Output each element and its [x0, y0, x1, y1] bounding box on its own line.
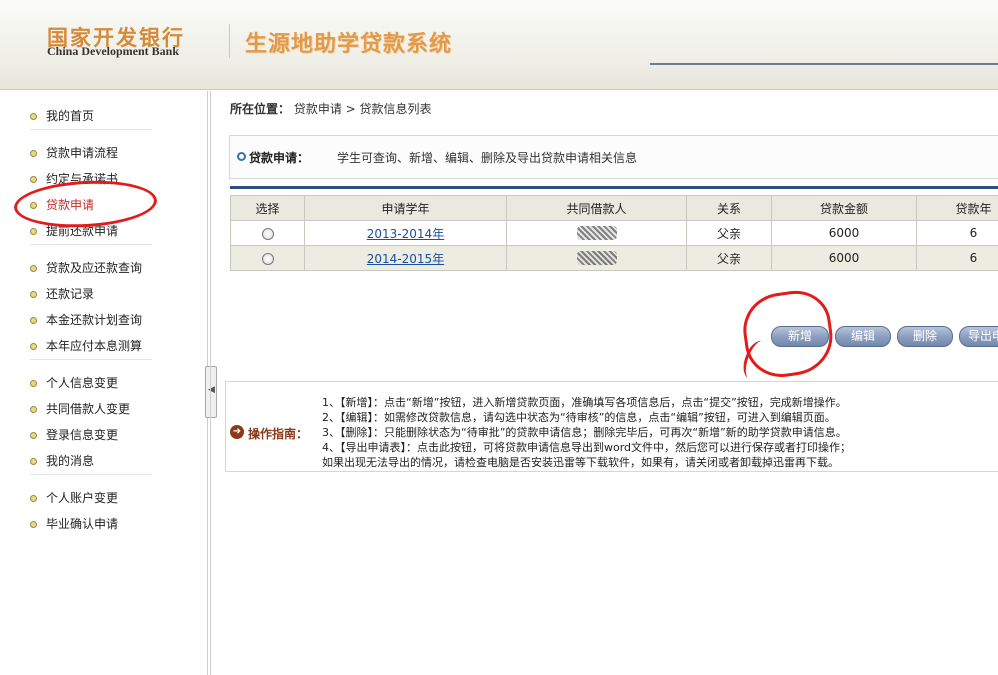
- logo-separator: [229, 24, 230, 58]
- bullet-icon: [30, 521, 37, 528]
- bullet-icon: [30, 406, 37, 413]
- year-cell: 2013-2014年: [304, 220, 507, 246]
- section-description: 学生可查询、新增、编辑、删除及导出贷款申请相关信息: [337, 151, 638, 165]
- sidebar-item-messages[interactable]: 我的消息: [30, 448, 152, 474]
- col-header-year: 申请学年: [304, 195, 507, 221]
- nav-group-loan: 贷款申请流程 约定与承诺书 贷款申请 提前还款申请: [30, 140, 152, 245]
- bullet-icon: [30, 291, 37, 298]
- bullet-icon: [30, 176, 37, 183]
- section-header: 贷款申请： 学生可查询、新增、编辑、删除及导出贷款申请相关信息: [229, 135, 998, 179]
- row-select-radio[interactable]: [261, 252, 274, 265]
- section-title: 贷款申请：: [249, 151, 310, 165]
- arrow-right-icon: ➜: [230, 425, 244, 439]
- guide-lines: 1、【新增】：点击“新增”按钮，进入新增贷款页面，准确填写各项信息后，点击“提交…: [322, 395, 851, 470]
- table-row[interactable]: 2013-2014年 父亲 6000 6: [230, 220, 998, 246]
- export-button[interactable]: 导出申: [959, 326, 998, 347]
- sidebar-item-repayment-record[interactable]: 还款记录: [30, 281, 152, 307]
- bullet-icon: [30, 458, 37, 465]
- loan-table: 选择 申请学年 共同借款人 关系 贷款金额 贷款年 2013-2014年 父亲 …: [230, 195, 998, 271]
- sidebar-item-early-repayment[interactable]: 提前还款申请: [30, 218, 152, 244]
- main-content: 所在位置： 贷款申请 > 贷款信息列表 贷款申请： 学生可查询、新增、编辑、删除…: [210, 91, 998, 675]
- redacted-name: [576, 251, 617, 266]
- col-header-relation: 关系: [686, 195, 772, 221]
- year-link[interactable]: 2013-2014年: [367, 227, 444, 241]
- col-header-select: 选择: [230, 195, 305, 221]
- table-header-row: 选择 申请学年 共同借款人 关系 贷款金额 贷款年: [230, 195, 998, 221]
- guide-line: 3、【删除】：只能删除状态为“待审批”的贷款申请信息；删除完毕后，可再次“新增”…: [322, 426, 847, 439]
- sidebar-item-loan-application[interactable]: 贷款申请: [30, 192, 152, 218]
- section-divider: [230, 186, 998, 189]
- bullet-icon: [30, 202, 37, 209]
- amount-cell: 6000: [771, 220, 917, 246]
- breadcrumb: 所在位置： 贷款申请 > 贷款信息列表: [230, 100, 432, 117]
- col-header-term: 贷款年: [916, 195, 998, 221]
- bullet-icon: [30, 113, 37, 120]
- guide-line: 2、【编辑】：如需修改贷款信息，请勾选中状态为“待审核”的信息，点击“编辑”按钮…: [322, 411, 836, 424]
- sidebar-nav: 我的首页 贷款申请流程 约定与承诺书 贷款申请 提前还款申请 贷款及应还款查询 …: [0, 91, 208, 675]
- redacted-name: [576, 226, 617, 241]
- guide-line: 1、【新增】：点击“新增”按钮，进入新增贷款页面，准确填写各项信息后，点击“提交…: [322, 396, 847, 409]
- year-link[interactable]: 2014-2015年: [367, 252, 444, 266]
- select-cell: [230, 245, 305, 271]
- add-button[interactable]: 新增: [771, 326, 829, 347]
- bank-logo-en: China Development Bank: [47, 44, 180, 58]
- sidebar-item-personal-info[interactable]: 个人信息变更: [30, 370, 152, 396]
- sidebar-item-home[interactable]: 我的首页: [30, 103, 152, 129]
- nav-group-home: 我的首页: [30, 103, 152, 130]
- app-header: 国家开发银行 China Development Bank 生源地助学贷款系统: [0, 0, 998, 90]
- breadcrumb-path: 贷款申请 > 贷款信息列表: [293, 102, 432, 116]
- select-cell: [230, 220, 305, 246]
- sidebar-item-loan-process[interactable]: 贷款申请流程: [30, 140, 152, 166]
- col-header-co-borrower: 共同借款人: [506, 195, 687, 221]
- operation-guide: ➜ 操作指南： 1、【新增】：点击“新增”按钮，进入新增贷款页面，准确填写各项信…: [225, 381, 998, 472]
- table-row[interactable]: 2014-2015年 父亲 6000 6: [230, 245, 998, 271]
- bullet-icon: [30, 150, 37, 157]
- bullet-icon: [30, 343, 37, 350]
- co-borrower-cell: [506, 245, 687, 271]
- header-accent-line: [650, 63, 998, 65]
- relation-cell: 父亲: [686, 220, 772, 246]
- radio-marker-icon: [237, 152, 246, 161]
- bullet-icon: [30, 228, 37, 235]
- sidebar-item-principal-plan[interactable]: 本金还款计划查询: [30, 307, 152, 333]
- co-borrower-cell: [506, 220, 687, 246]
- sidebar-item-login-info[interactable]: 登录信息变更: [30, 422, 152, 448]
- system-title: 生源地助学贷款系统: [245, 32, 453, 57]
- sidebar-item-interest-calc[interactable]: 本年应付本息测算: [30, 333, 152, 359]
- row-select-radio[interactable]: [261, 227, 274, 240]
- delete-button[interactable]: 删除: [897, 326, 953, 347]
- sidebar-item-account-change[interactable]: 个人账户变更: [30, 485, 152, 511]
- breadcrumb-label: 所在位置：: [230, 102, 291, 116]
- relation-cell: 父亲: [686, 245, 772, 271]
- bullet-icon: [30, 265, 37, 272]
- bullet-icon: [30, 380, 37, 387]
- sidebar-item-agreement[interactable]: 约定与承诺书: [30, 166, 152, 192]
- amount-cell: 6000: [771, 245, 917, 271]
- term-cell: 6: [916, 245, 998, 271]
- bullet-icon: [30, 495, 37, 502]
- action-toolbar: 新增 编辑 删除 导出申: [771, 326, 998, 348]
- bullet-icon: [30, 432, 37, 439]
- col-header-amount: 贷款金额: [771, 195, 917, 221]
- bullet-icon: [30, 317, 37, 324]
- sidebar-item-loan-query[interactable]: 贷款及应还款查询: [30, 255, 152, 281]
- edit-button[interactable]: 编辑: [835, 326, 891, 347]
- nav-group-profile: 个人信息变更 共同借款人变更 登录信息变更 我的消息: [30, 370, 152, 475]
- nav-group-account: 个人账户变更 毕业确认申请: [30, 485, 152, 537]
- guide-line: 如果出现无法导出的情况，请检查电脑是否安装迅雷等下载软件，如果有，请关闭或者卸载…: [322, 456, 839, 469]
- guide-line: 4、【导出申请表】：点击此按钮，可将贷款申请信息导出到word文件中，然后您可以…: [322, 441, 852, 454]
- term-cell: 6: [916, 220, 998, 246]
- sidebar-item-graduation[interactable]: 毕业确认申请: [30, 511, 152, 537]
- year-cell: 2014-2015年: [304, 245, 507, 271]
- sidebar-item-co-borrower[interactable]: 共同借款人变更: [30, 396, 152, 422]
- guide-label: 操作指南：: [248, 427, 309, 441]
- nav-group-query: 贷款及应还款查询 还款记录 本金还款计划查询 本年应付本息测算: [30, 255, 152, 360]
